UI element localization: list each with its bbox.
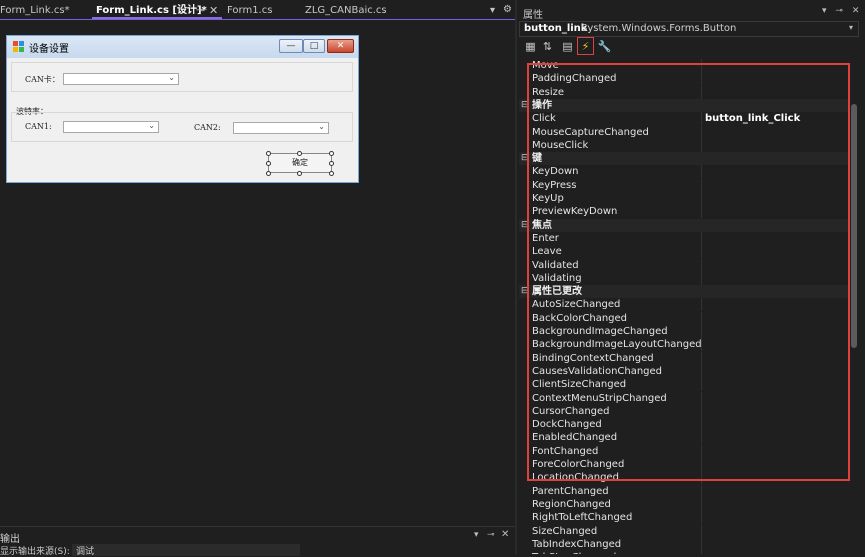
property-name: RegionChanged — [532, 498, 611, 510]
chevron-down-icon: ⌄ — [148, 121, 155, 130]
column-separator — [701, 511, 702, 525]
property-name: SizeChanged — [532, 525, 598, 537]
gear-icon[interactable]: ⚙ — [503, 4, 512, 15]
form-app-icon — [13, 41, 24, 52]
pin-icon[interactable]: ⊸ — [487, 530, 495, 540]
events-highlight-box — [577, 37, 594, 55]
property-name: RightToLeftChanged — [532, 512, 633, 524]
minimize-button[interactable]: — — [279, 39, 303, 53]
output-title: 输出 — [0, 534, 20, 545]
resize-handle[interactable] — [266, 161, 271, 166]
resize-handle[interactable] — [266, 171, 271, 176]
property-name: ParentChanged — [532, 485, 609, 497]
object-type: System.Windows.Forms.Button — [581, 23, 737, 34]
winform-preview[interactable]: 设备设置 — □ ✕ CAN卡： ⌄ 波特率： CAN1: ⌄ CAN2: ⌄ … — [6, 35, 359, 183]
properties-icon[interactable]: ▤ — [560, 39, 575, 54]
can1-label: CAN1: — [25, 122, 52, 131]
output-source-row: 显示输出来源(S): 调试 — [0, 544, 515, 557]
close-icon[interactable]: ✕ — [209, 4, 218, 17]
resize-handle[interactable] — [329, 171, 334, 176]
object-name: button_link — [524, 23, 588, 34]
property-row[interactable]: ParentChanged — [519, 484, 850, 498]
tab-form-link-code[interactable]: Form_Link.cs* — [0, 2, 76, 19]
highlight-box — [527, 63, 850, 481]
property-row[interactable]: TabIndexChanged — [519, 537, 850, 551]
form-title-bar[interactable]: 设备设置 — □ ✕ — [7, 36, 358, 58]
can2-label: CAN2: — [194, 123, 221, 132]
resize-handle[interactable] — [329, 151, 334, 156]
ok-button[interactable]: 确定 — [268, 153, 332, 173]
chevron-down-icon[interactable]: ▾ — [490, 5, 495, 16]
close-button[interactable]: ✕ — [327, 39, 354, 53]
chevron-down-icon: ⌄ — [318, 122, 325, 131]
can-card-label: CAN卡： — [25, 75, 60, 84]
output-source-label: 显示输出来源(S): — [0, 547, 70, 557]
chevron-down-icon[interactable]: ▾ — [849, 23, 853, 32]
tab-form1[interactable]: Form1.cs — [221, 2, 278, 19]
can1-combo[interactable]: ⌄ — [63, 121, 159, 133]
chevron-down-icon[interactable]: ▾ — [474, 530, 479, 540]
categorized-icon[interactable]: ▦ — [523, 39, 538, 54]
resize-handle[interactable] — [297, 151, 302, 156]
chevron-down-icon[interactable]: ▾ — [822, 6, 827, 16]
column-separator — [701, 497, 702, 511]
can-card-combo[interactable]: ⌄ — [63, 73, 179, 85]
alphabetical-icon[interactable]: ⇅ — [540, 39, 555, 54]
output-source-select[interactable]: 调试 — [72, 544, 300, 557]
resize-handle[interactable] — [266, 151, 271, 156]
resize-handle[interactable] — [297, 171, 302, 176]
property-row[interactable]: RightToLeftChanged — [519, 511, 850, 525]
maximize-button[interactable]: □ — [303, 39, 325, 53]
property-row[interactable]: RegionChanged — [519, 497, 850, 511]
close-icon[interactable]: ✕ — [852, 6, 860, 16]
scrollbar-thumb[interactable] — [851, 104, 857, 348]
tab-zlg-canbaic[interactable]: ZLG_CANBaic.cs — [299, 2, 393, 19]
column-separator — [701, 537, 702, 551]
chevron-down-icon: ⌄ — [168, 73, 175, 82]
column-separator — [701, 484, 702, 498]
property-row[interactable]: SizeChanged — [519, 524, 850, 538]
property-pages-icon[interactable]: 🔧 — [597, 39, 612, 54]
pin-icon[interactable]: ⊸ — [196, 5, 204, 16]
pin-icon[interactable]: ⊸ — [835, 6, 843, 16]
column-separator — [701, 524, 702, 538]
resize-handle[interactable] — [329, 161, 334, 166]
document-tab-bar: Form_Link.cs* Form_Link.cs [设计]* ⊸ ✕ For… — [0, 0, 515, 20]
properties-toolbar: ▦ ⇅ ▤ ⚡ 🔧 — [519, 38, 859, 56]
can2-combo[interactable]: ⌄ — [233, 122, 329, 134]
close-icon[interactable]: ✕ — [501, 529, 509, 540]
properties-title: 属性 — [523, 10, 543, 21]
properties-header-controls: ▾ ⊸ ✕ — [822, 6, 859, 16]
form-title: 设备设置 — [29, 44, 69, 55]
property-name: TabIndexChanged — [532, 538, 622, 550]
panel-splitter[interactable] — [515, 0, 517, 554]
